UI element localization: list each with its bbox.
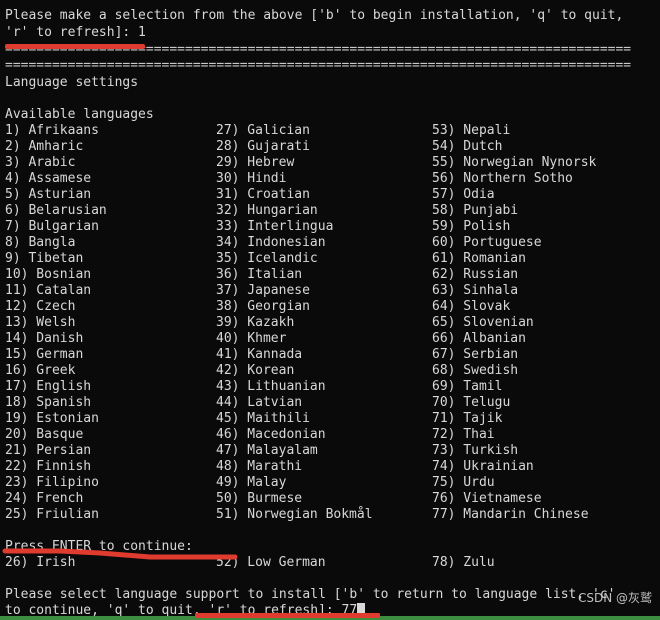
list-item[interactable]: 38) Georgian: [216, 299, 310, 315]
list-item[interactable]: 10) Bosnian: [5, 267, 91, 283]
list-item[interactable]: 30) Hindi: [216, 171, 286, 187]
list-item[interactable]: 9) Tibetan: [5, 251, 83, 267]
list-item[interactable]: 44) Latvian: [216, 395, 302, 411]
list-item[interactable]: 19) Estonian: [5, 411, 99, 427]
list-item[interactable]: 74) Ukrainian: [432, 459, 534, 475]
list-item[interactable]: 23) Filipino: [5, 475, 99, 491]
list-item[interactable]: 18) Spanish: [5, 395, 91, 411]
list-item[interactable]: 50) Burmese: [216, 491, 302, 507]
csdn-watermark: CSDN @灰鹫: [577, 591, 652, 605]
list-item[interactable]: 75) Urdu: [432, 475, 495, 491]
top-prompt-line-2: 'r' to refresh]: 1: [5, 25, 146, 40]
list-item[interactable]: 33) Interlingua: [216, 219, 333, 235]
list-item[interactable]: 24) French: [5, 491, 83, 507]
list-item[interactable]: 77) Mandarin Chinese: [432, 507, 589, 523]
list-item[interactable]: 4) Assamese: [5, 171, 91, 187]
list-item[interactable]: 57) Odia: [432, 187, 495, 203]
list-item[interactable]: 32) Hungarian: [216, 203, 318, 219]
list-item[interactable]: 55) Norwegian Nynorsk: [432, 155, 596, 171]
list-item[interactable]: 58) Punjabi: [432, 203, 518, 219]
list-item[interactable]: 46) Macedonian: [216, 427, 326, 443]
list-item[interactable]: 61) Romanian: [432, 251, 526, 267]
section-title: Language settings: [5, 75, 139, 90]
list-item[interactable]: 34) Indonesian: [216, 235, 326, 251]
list-item[interactable]: 68) Swedish: [432, 363, 518, 379]
list-item[interactable]: 49) Malay: [216, 475, 286, 491]
list-item[interactable]: 27) Galician: [216, 123, 310, 139]
list-item[interactable]: 69) Tamil: [432, 379, 502, 395]
list-item[interactable]: 5) Asturian: [5, 187, 91, 203]
list-item[interactable]: 64) Slovak: [432, 299, 510, 315]
list-item[interactable]: 43) Lithuanian: [216, 379, 326, 395]
separator-line-1: ========================================…: [5, 42, 632, 57]
list-item[interactable]: 63) Sinhala: [432, 283, 518, 299]
list-item[interactable]: 40) Khmer: [216, 331, 286, 347]
list-item[interactable]: 22) Finnish: [5, 459, 91, 475]
list-item[interactable]: 54) Dutch: [432, 139, 502, 155]
list-item[interactable]: 28) Gujarati: [216, 139, 310, 155]
bottom-prompt-line-1: Please select language support to instal…: [5, 587, 616, 602]
list-item[interactable]: 71) Tajik: [432, 411, 502, 427]
press-enter-line: Press ENTER to continue:: [5, 539, 193, 554]
list-item[interactable]: 3) Arabic: [5, 155, 75, 171]
list-item[interactable]: 56) Northern Sotho: [432, 171, 573, 187]
list-item[interactable]: 11) Catalan: [5, 283, 91, 299]
list-item[interactable]: 17) English: [5, 379, 91, 395]
list-item[interactable]: 2) Amharic: [5, 139, 83, 155]
text-cursor: [357, 603, 366, 616]
list-item[interactable]: 31) Croatian: [216, 187, 310, 203]
list-item[interactable]: 60) Portuguese: [432, 235, 542, 251]
list-item[interactable]: 37) Japanese: [216, 283, 310, 299]
list-item[interactable]: 39) Kazakh: [216, 315, 294, 331]
list-item[interactable]: 6) Belarusian: [5, 203, 107, 219]
list-item[interactable]: 67) Serbian: [432, 347, 518, 363]
list-item[interactable]: 72) Thai: [432, 427, 495, 443]
list-item[interactable]: 21) Persian: [5, 443, 91, 459]
list-item[interactable]: 53) Nepali: [432, 123, 510, 139]
list-item[interactable]: 14) Danish: [5, 331, 83, 347]
list-item[interactable]: 45) Maithili: [216, 411, 310, 427]
list-item[interactable]: 41) Kannada: [216, 347, 302, 363]
list-item[interactable]: 36) Italian: [216, 267, 302, 283]
list-item[interactable]: 16) Greek: [5, 363, 75, 379]
list-item[interactable]: 29) Hebrew: [216, 155, 294, 171]
separator-line-2: ========================================…: [5, 58, 632, 73]
available-languages-heading: Available languages: [5, 107, 154, 122]
list-item[interactable]: 59) Polish: [432, 219, 510, 235]
list-item[interactable]: 48) Marathi: [216, 459, 302, 475]
list-item[interactable]: 62) Russian: [432, 267, 518, 283]
list-item[interactable]: 66) Albanian: [432, 331, 526, 347]
list-item[interactable]: 52) Low German: [216, 555, 326, 571]
list-item[interactable]: 13) Welsh: [5, 315, 75, 331]
list-item[interactable]: 26) Irish: [5, 555, 75, 571]
list-item[interactable]: 65) Slovenian: [432, 315, 534, 331]
list-item[interactable]: 78) Zulu: [432, 555, 495, 571]
bottom-accent-bar: [0, 616, 660, 620]
top-prompt-line-1: Please make a selection from the above […: [5, 8, 624, 23]
list-item[interactable]: 35) Icelandic: [216, 251, 318, 267]
list-item[interactable]: 76) Vietnamese: [432, 491, 542, 507]
list-item[interactable]: 73) Turkish: [432, 443, 518, 459]
list-item[interactable]: 7) Bulgarian: [5, 219, 99, 235]
list-item[interactable]: 8) Bangla: [5, 235, 75, 251]
list-item[interactable]: 12) Czech: [5, 299, 75, 315]
list-item[interactable]: 51) Norwegian Bokmål: [216, 507, 373, 523]
terminal-window[interactable]: Please make a selection from the above […: [0, 0, 660, 620]
list-item[interactable]: 70) Telugu: [432, 395, 510, 411]
list-item[interactable]: 15) German: [5, 347, 83, 363]
list-item[interactable]: 47) Malayalam: [216, 443, 318, 459]
list-item[interactable]: 1) Afrikaans: [5, 123, 99, 139]
list-item[interactable]: 25) Friulian: [5, 507, 99, 523]
list-item[interactable]: 42) Korean: [216, 363, 294, 379]
list-item[interactable]: 20) Basque: [5, 427, 83, 443]
